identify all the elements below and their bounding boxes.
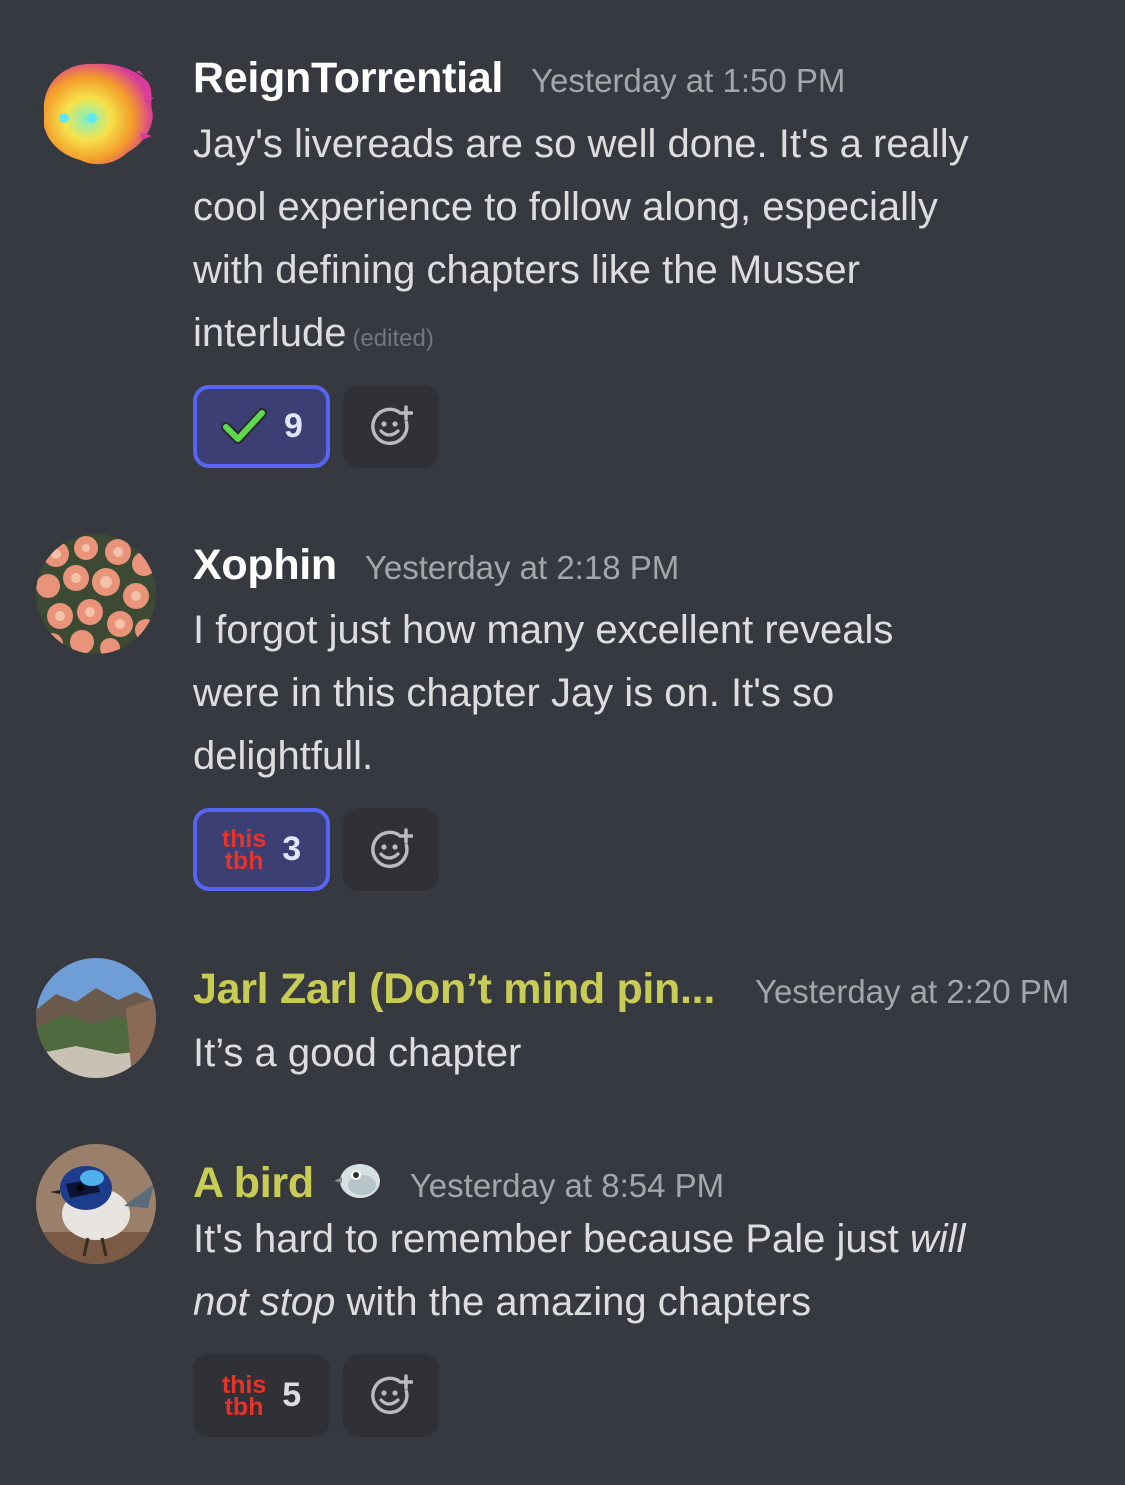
avatar[interactable] [36,1144,156,1264]
avatar[interactable] [36,534,156,654]
reaction-check[interactable]: 9 [193,385,330,468]
message-line: were in this chapter Jay is on. It's so [193,671,835,715]
message-header: Jarl Zarl (Don’t mind pin... Yesterday a… [193,965,1069,1014]
add-reaction-icon [371,404,413,445]
this-tbh-emoji-icon: this tbh [221,824,267,875]
username[interactable]: Jarl Zarl (Don’t mind pin... [193,965,715,1014]
bird-avatar-icon [36,1144,156,1264]
message-line: delightfull. [193,734,374,778]
bird-icon [333,1164,380,1198]
reaction-count: 5 [282,1376,302,1414]
add-reaction-icon [371,827,413,868]
timestamp: Yesterday at 8:54 PM [409,1167,725,1204]
reaction-this-tbh[interactable]: this tbh 5 [193,1354,330,1437]
reaction-count: 3 [282,830,302,868]
message-line: It’s a good chapter [193,1031,522,1075]
fire-avatar-icon [36,52,156,172]
message-text-italic: will [909,1217,966,1261]
message-line: with defining chapters like the Musser [193,248,860,292]
reaction-count: 9 [284,407,303,445]
message-text-italic: not stop [193,1280,336,1324]
message-header: A bird Yesterday at 8:54 PM [193,1151,724,1208]
this-tbh-emoji-icon: this tbh [221,1370,267,1421]
add-reaction-icon [371,1373,413,1414]
edited-label: (edited) [352,325,434,352]
username[interactable]: Xophin [193,541,337,590]
timestamp: Yesterday at 2:18 PM [364,549,680,586]
check-mark-icon [221,407,268,444]
message-line-1: It's hard to remember because Pale just … [193,1208,1093,1271]
add-reaction-button[interactable] [343,1354,439,1437]
message-header: ReignTorrential Yesterday at 1:50 PM [193,54,845,103]
message-content: It's hard to remember because Pale just … [193,1208,1093,1334]
reactions-bar: this tbh 5 [193,1354,439,1437]
username[interactable]: ReignTorrential [193,54,503,103]
message-line-2: not stop with the amazing chapters [193,1271,1093,1334]
timestamp: Yesterday at 1:50 PM [531,62,846,99]
message-line: Jay's livereads are so well done. It's a… [193,122,969,166]
add-reaction-button[interactable] [343,808,439,891]
message-line: interlude [193,311,347,355]
message-content: I forgot just how many excellent reveals… [193,599,1093,788]
message-header: Xophin Yesterday at 2:18 PM [193,541,679,590]
message-text: It's hard to remember because Pale just [193,1217,910,1261]
message-line-last: interlude (edited) [193,302,1093,370]
message-content: Jay's livereads are so well done. It's a… [193,113,1093,370]
timestamp: Yesterday at 2:20 PM [754,973,1070,1010]
reaction-this-tbh[interactable]: this tbh 3 [193,808,330,891]
canyon-avatar-icon [36,958,156,1078]
username[interactable]: A bird [193,1159,314,1208]
message-line: I forgot just how many excellent reveals [193,608,894,652]
reactions-bar: 9 [193,385,439,468]
message-content: It’s a good chapter [193,1022,1093,1085]
avatar[interactable] [36,958,156,1078]
reactions-bar: this tbh 3 [193,808,439,891]
message-text: with the amazing chapters [335,1280,812,1324]
add-reaction-button[interactable] [343,385,439,468]
message-line: cool experience to follow along, especia… [193,185,938,229]
avatar[interactable] [36,52,156,172]
flowers-avatar-icon [36,534,156,654]
chat-message-list: ReignTorrential Yesterday at 1:50 PM Jay… [0,0,1125,1485]
